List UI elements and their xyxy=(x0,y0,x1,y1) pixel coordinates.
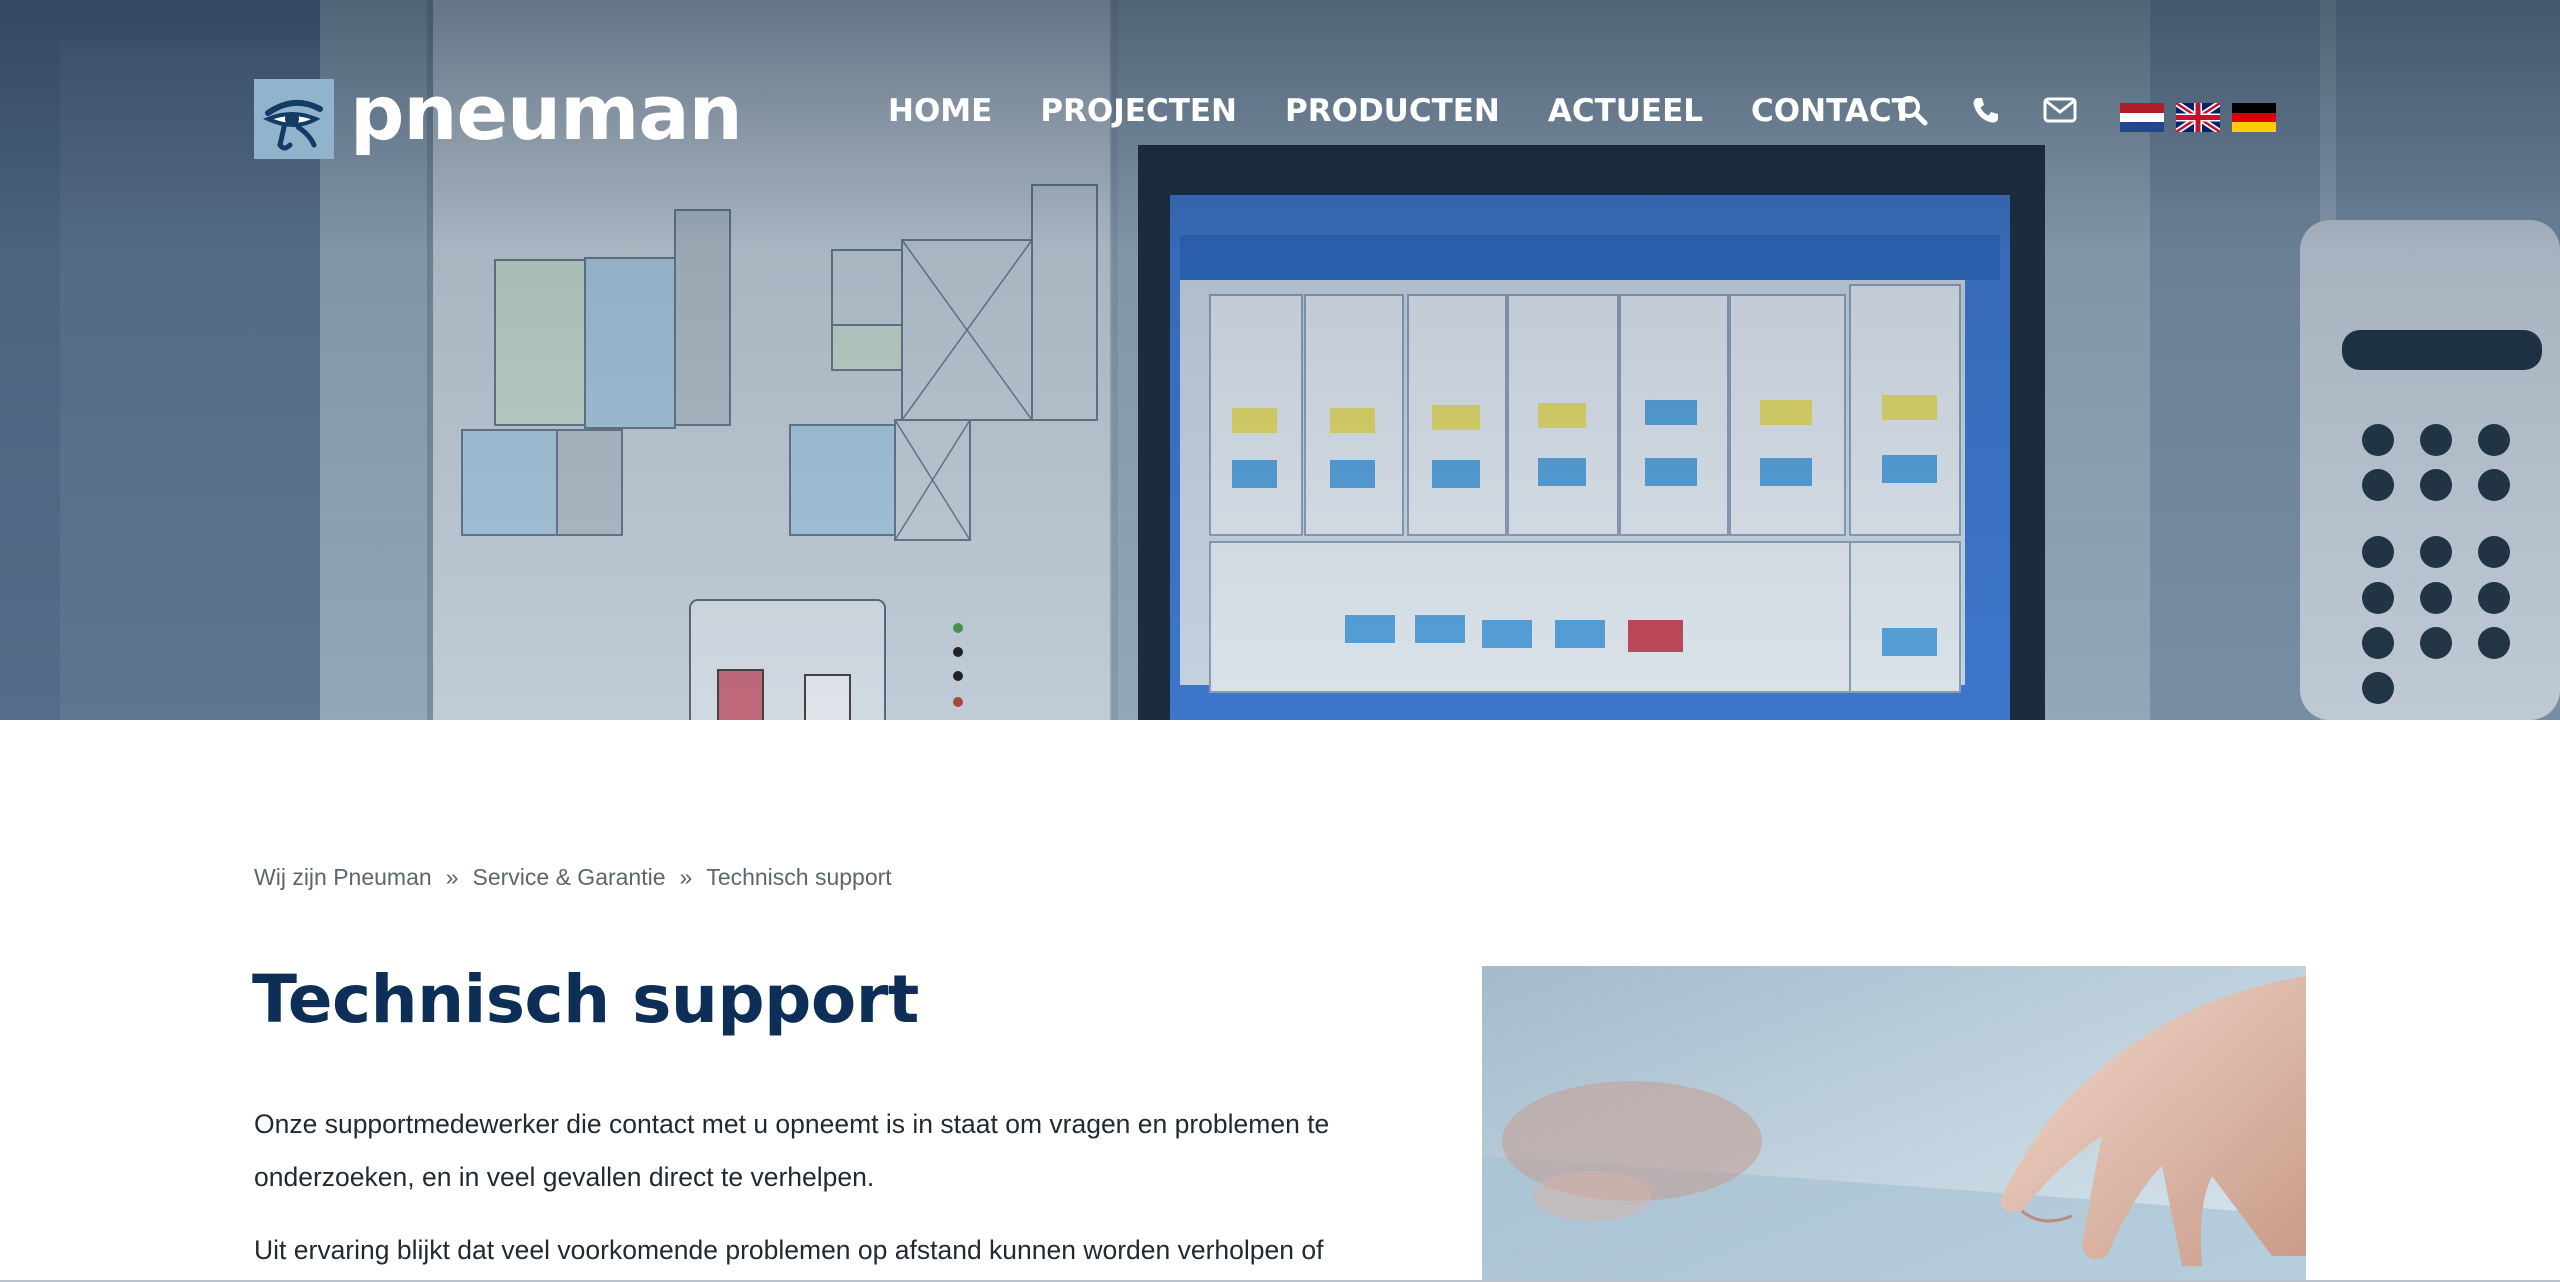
nav-item-actueel[interactable]: ACTUEEL xyxy=(1548,93,1703,129)
breadcrumb-link-service-garantie[interactable]: Service & Garantie xyxy=(472,864,665,891)
phone-icon[interactable] xyxy=(1966,90,2006,130)
search-icon[interactable] xyxy=(1892,90,1932,130)
language-switcher xyxy=(2120,103,2276,132)
breadcrumb-current: Technisch support xyxy=(706,864,892,890)
typing-hands-photo xyxy=(1482,966,2306,1282)
nav-icon-group xyxy=(1892,90,2080,130)
page-body: Onze supportmedewerker die contact met u… xyxy=(254,1098,1384,1282)
body-paragraph: Uit ervaring blijkt dat veel voorkomende… xyxy=(254,1235,1324,1265)
hero-banner: pneuman HOME PROJECTEN PRODUCTEN ACTUEEL… xyxy=(0,0,2560,720)
de-flag-icon[interactable] xyxy=(2232,103,2276,132)
body-paragraph: Onze supportmedewerker die contact met u… xyxy=(254,1109,1330,1192)
breadcrumb-link-wij-zijn-pneuman[interactable]: Wij zijn Pneuman xyxy=(254,864,432,891)
uk-flag-icon[interactable] xyxy=(2176,103,2220,132)
nav-item-projecten[interactable]: PROJECTEN xyxy=(1040,93,1237,129)
nav-item-producten[interactable]: PRODUCTEN xyxy=(1285,93,1500,129)
breadcrumb: Wij zijn Pneuman » Service & Garantie » … xyxy=(254,864,892,891)
main-navigation: HOME PROJECTEN PRODUCTEN ACTUEEL CONTACT xyxy=(888,88,1913,134)
mail-icon[interactable] xyxy=(2040,90,2080,130)
logo-wordmark: pneuman xyxy=(350,68,743,157)
eye-of-horus-logo-icon xyxy=(254,79,334,159)
breadcrumb-separator: » xyxy=(445,864,459,890)
nav-item-home[interactable]: HOME xyxy=(888,93,992,129)
nav-item-contact[interactable]: CONTACT xyxy=(1751,93,1913,129)
nl-flag-icon[interactable] xyxy=(2120,103,2164,132)
breadcrumb-separator: » xyxy=(679,864,693,890)
site-logo[interactable]: pneuman xyxy=(254,68,743,160)
page-title: Technisch support xyxy=(252,961,919,1038)
